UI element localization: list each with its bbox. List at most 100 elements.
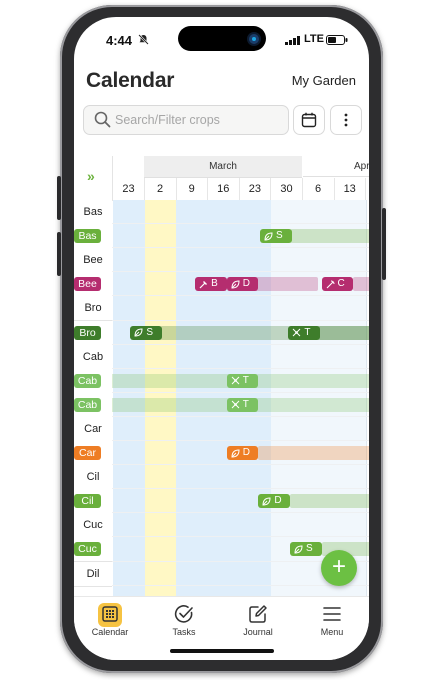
crop-schedule-bar xyxy=(258,446,369,460)
crop-name: Car xyxy=(74,446,101,460)
date-picker-button[interactable] xyxy=(293,105,325,135)
crop-row-label[interactable]: Cil xyxy=(74,489,112,515)
crop-row-label[interactable]: Bas xyxy=(74,200,112,225)
crop-name: Cil xyxy=(74,494,101,509)
crop-event-chip[interactable]: S xyxy=(130,325,162,340)
crop-name: Cab xyxy=(74,397,101,412)
crop-row-label[interactable]: Cab xyxy=(74,368,112,394)
crop-name: Car xyxy=(84,422,102,435)
more-options-button[interactable] xyxy=(330,105,362,135)
crop-name: Dil xyxy=(86,567,100,580)
week-label: 16 xyxy=(207,178,240,201)
edit-icon xyxy=(247,603,269,625)
leaf-icon xyxy=(258,497,274,506)
leaf-icon xyxy=(227,448,243,458)
nav-item-tasks[interactable]: Tasks xyxy=(148,597,220,643)
crop-name: Bas xyxy=(83,206,103,218)
crop-row-label[interactable]: Cab xyxy=(74,344,112,370)
shovel-icon xyxy=(195,280,211,289)
app-screen: 4:44 LTE Calendar My Garden Search/Filte… xyxy=(74,17,369,660)
nav-label: Journal xyxy=(243,627,273,637)
crop-name: Cuc xyxy=(83,519,103,532)
row-divider xyxy=(112,343,369,345)
crop-event-chip[interactable]: T xyxy=(226,373,259,388)
leaf-icon xyxy=(290,545,306,554)
nav-item-calendar[interactable]: Calendar xyxy=(74,597,146,643)
event-letter: S xyxy=(305,543,313,555)
row-divider xyxy=(112,464,369,466)
nav-label: Menu xyxy=(320,627,344,637)
search-icon xyxy=(94,111,111,128)
harvest-icon xyxy=(322,280,338,289)
crop-event-chip[interactable]: S xyxy=(289,542,322,557)
crop-row-label[interactable]: Cuc xyxy=(74,537,112,563)
check-circle-icon xyxy=(173,603,195,625)
home-indicator xyxy=(170,649,274,653)
crop-event-chip[interactable]: T xyxy=(288,325,320,340)
crop-row-label[interactable]: Bas xyxy=(74,224,112,250)
transplant-icon xyxy=(227,400,243,409)
crop-row-label[interactable]: Bro xyxy=(74,320,112,346)
network-label: LTE xyxy=(304,33,324,45)
row-divider xyxy=(112,391,369,393)
search-input[interactable]: Search/Filter crops xyxy=(83,105,289,135)
crop-event-chip[interactable]: D xyxy=(226,446,259,460)
crop-row-label[interactable]: Dil xyxy=(74,561,112,587)
crop-row-label[interactable]: Car xyxy=(74,416,112,442)
crop-event-chip[interactable]: T xyxy=(226,397,259,412)
nav-item-journal[interactable]: Journal xyxy=(222,597,294,643)
crop-row-label[interactable]: Cab xyxy=(74,392,112,418)
hamburger-icon xyxy=(321,603,343,625)
crop-event-chip[interactable]: C xyxy=(321,277,354,292)
crop-name: Bee xyxy=(83,254,103,267)
week-label: 6 xyxy=(302,178,335,201)
crop-name: Cil xyxy=(86,471,100,484)
crop-row-label[interactable]: Car xyxy=(74,441,112,466)
row-divider xyxy=(112,367,369,369)
crop-event-chip[interactable]: D xyxy=(258,494,290,509)
event-letter: S xyxy=(146,326,154,338)
week-label: 2 xyxy=(144,178,177,201)
month-label-march: March xyxy=(144,156,302,178)
crop-event-chip[interactable]: B xyxy=(195,277,227,292)
week-label: 9 xyxy=(176,178,209,201)
crop-timeline[interactable]: » March Apr 23 2 9 16 23 30 6 13 Bas Bas Bee Bee Br… xyxy=(74,156,369,596)
event-letter: B xyxy=(211,278,218,290)
crop-name: Bro xyxy=(84,302,102,315)
add-crop-button[interactable]: + xyxy=(321,550,357,586)
transplant-icon xyxy=(288,328,304,337)
expand-button[interactable]: » xyxy=(74,156,113,201)
nav-item-menu[interactable]: Menu xyxy=(296,597,368,643)
crop-schedule-bar xyxy=(289,494,369,509)
crop-row-label[interactable]: Cuc xyxy=(74,513,112,539)
crop-event-chip[interactable]: D xyxy=(226,277,259,292)
crop-name: Bas xyxy=(74,229,101,244)
crop-row-label[interactable]: Bee xyxy=(74,248,112,274)
crop-event-chip[interactable]: S xyxy=(259,229,292,244)
leaf-icon xyxy=(260,232,276,241)
crop-row-label[interactable]: Bro xyxy=(74,296,112,322)
bell-off-icon xyxy=(138,34,149,45)
side-button-left xyxy=(57,176,61,220)
event-letter: T xyxy=(242,374,249,386)
crop-name: Bro xyxy=(74,325,101,340)
status-time: 4:44 xyxy=(106,33,133,48)
side-button-left xyxy=(57,232,61,276)
week-label: 30 xyxy=(271,178,303,201)
event-letter: T xyxy=(242,398,249,410)
garden-selector[interactable]: My Garden xyxy=(292,73,356,88)
crop-schedule-bar xyxy=(318,325,369,340)
event-letter: D xyxy=(242,447,250,458)
row-divider xyxy=(112,584,369,586)
camera-icon xyxy=(249,34,259,44)
crop-name: Bee xyxy=(74,277,101,292)
transplant-icon xyxy=(227,376,243,385)
crop-row-label[interactable]: Bee xyxy=(74,272,112,298)
event-letter: T xyxy=(304,326,311,338)
search-placeholder: Search/Filter crops xyxy=(115,113,220,127)
more-vertical-icon xyxy=(344,113,348,127)
crop-row-label[interactable]: Cil xyxy=(74,465,112,491)
nav-label: Calendar xyxy=(91,627,129,637)
crop-name: Cab xyxy=(74,373,101,388)
row-divider xyxy=(112,536,369,538)
